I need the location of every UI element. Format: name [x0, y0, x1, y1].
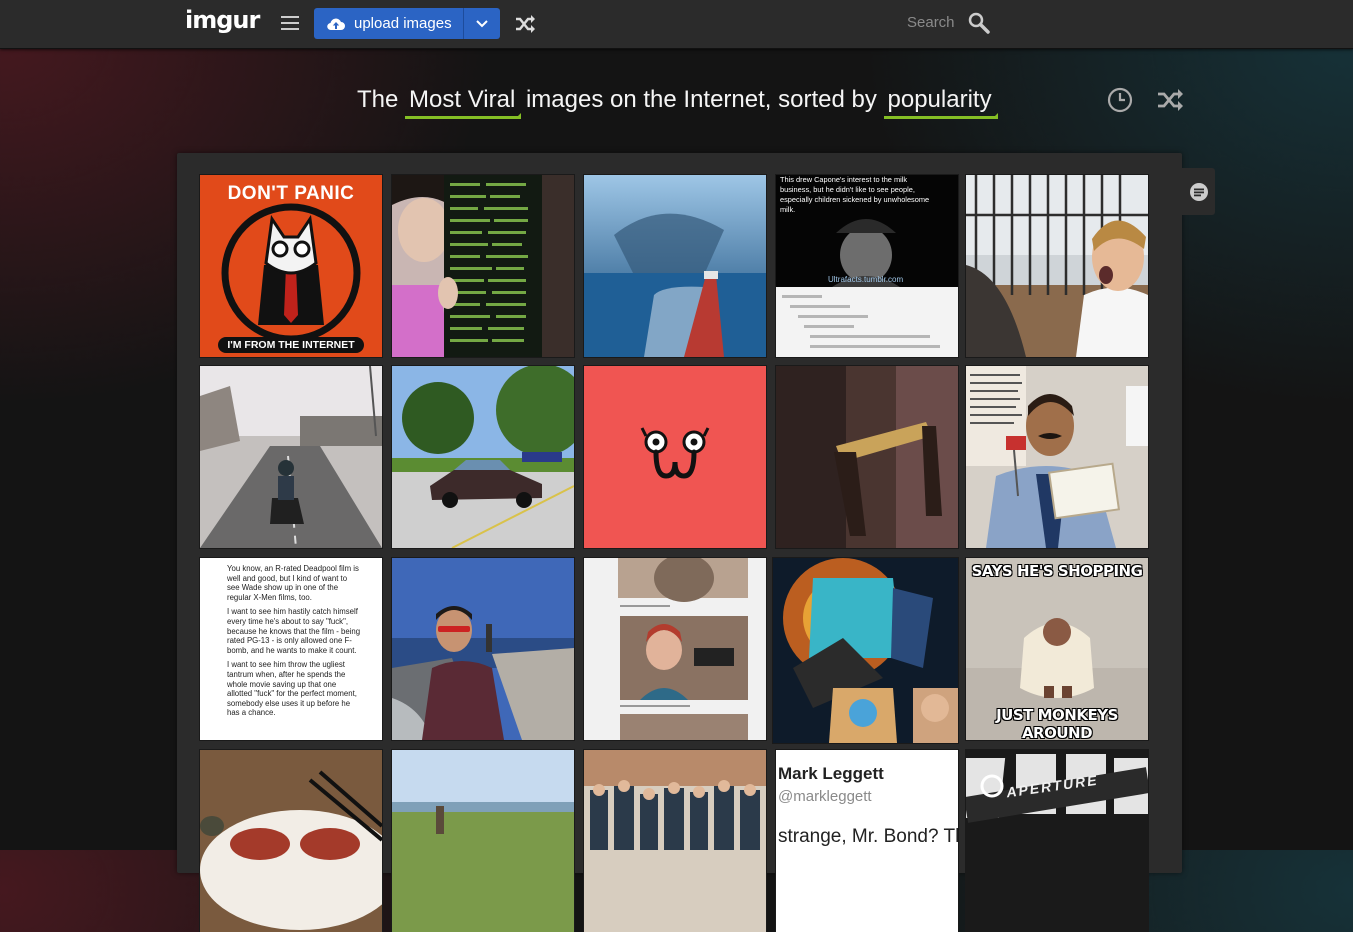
gallery-thumbnail[interactable]: [392, 558, 574, 740]
post-text-line: rated PG-13 - is only allowed one F-: [227, 636, 352, 646]
gallery-thumbnail[interactable]: Mark Leggett @markleggett strange, Mr. B…: [776, 750, 958, 932]
post-text-line: well and good, but I kind of want to: [227, 573, 348, 583]
post-text-line: somebody else uses it up before he: [227, 698, 351, 708]
upload-options-dropdown[interactable]: [464, 8, 500, 39]
meme-caption-bottom: I'M FROM THE INTERNET: [227, 339, 355, 351]
post-text-line: especially children sickened by unwholes…: [780, 195, 930, 204]
post-text-line: You know, an R-rated Deadpool film is: [227, 564, 359, 573]
upload-images-label: upload images: [354, 15, 452, 32]
post-text-line: tantrum when, after he spends the: [227, 669, 346, 679]
post-text-line: I want to see him hastily catch himself: [227, 607, 358, 617]
headline-middle: images on the Internet, sorted by: [525, 86, 877, 113]
search-input[interactable]: Search: [907, 14, 955, 31]
gallery-thumbnail[interactable]: This drew Capone's interest to the milk …: [776, 175, 958, 357]
section-selector[interactable]: Most Viral: [405, 86, 522, 119]
gallery-thumbnail[interactable]: You know, an R-rated Deadpool film is we…: [200, 558, 382, 740]
meme-caption-bottom: JUST MONKEYS AROUND: [996, 706, 1118, 740]
gallery-thumbnail[interactable]: [584, 558, 766, 740]
gallery-thumbnail[interactable]: SAYS HE'S SHOPPING JUST MONKEYS AROUND: [966, 558, 1148, 740]
post-text-line: every time he's about to say "fuck",: [227, 616, 349, 626]
meme-caption-top: SAYS HE'S SHOPPING: [971, 562, 1143, 580]
shuffle-icon[interactable]: [1156, 88, 1184, 112]
gallery-thumbnail[interactable]: [392, 175, 574, 357]
gallery-thumbnail[interactable]: [584, 175, 766, 357]
gallery-headline: The Most Viral images on the Internet, s…: [357, 86, 998, 119]
post-text-line: milk.: [780, 205, 796, 214]
meme-caption-top: DON'T PANIC: [227, 183, 355, 204]
gallery-thumbnail[interactable]: [200, 750, 382, 932]
comments-toggle[interactable]: [1182, 168, 1215, 215]
post-text-line: I want to see him throw the ugliest: [227, 660, 345, 670]
post-text-line: because he knows that the film - being: [227, 626, 361, 636]
post-text-line: regular X-Men films, too.: [227, 592, 312, 602]
post-text-line: bomb, and he wants to make it count.: [227, 645, 357, 655]
post-text: This drew Capone's interest to the milk …: [780, 175, 956, 215]
tweet-author-handle: @markleggett: [778, 788, 872, 805]
menu-icon[interactable]: [281, 16, 299, 30]
post-text-line: whole movie saving up that one: [227, 679, 337, 689]
post-text-line: see Wade show up in one of the: [227, 583, 339, 593]
gallery-thumbnail[interactable]: [773, 558, 958, 743]
gallery-thumbnail[interactable]: [392, 750, 574, 932]
post-text-line: allotted "fuck" for the perfect moment,: [227, 689, 357, 699]
top-bar: imgur upload images Search: [0, 0, 1353, 49]
cloud-upload-icon: [327, 18, 345, 30]
gallery-thumbnail[interactable]: [966, 175, 1148, 357]
gallery-thumbnail[interactable]: DON'T PANIC I'M FROM THE INTERNET: [200, 175, 382, 357]
shuffle-icon[interactable]: [514, 14, 536, 34]
imgur-logo[interactable]: imgur: [185, 6, 260, 34]
tweet-author-name: Mark Leggett: [778, 764, 884, 783]
comment-icon: [1189, 182, 1208, 201]
upload-images-main[interactable]: upload images: [314, 8, 465, 39]
sort-selector[interactable]: popularity: [883, 86, 998, 119]
post-text-line: has a chance.: [227, 708, 276, 718]
search-icon[interactable]: [967, 11, 991, 35]
post-text: You know, an R-rated Deadpool film is we…: [227, 564, 379, 718]
upload-images-button[interactable]: upload images: [314, 8, 500, 39]
gallery-thumbnail[interactable]: APERTURE: [966, 750, 1148, 932]
gallery-thumbnail[interactable]: [392, 366, 574, 548]
gallery-thumbnail[interactable]: [776, 366, 958, 548]
clock-icon[interactable]: [1107, 87, 1133, 113]
post-credit: Ultrafacts.tumblr.com: [828, 275, 904, 284]
post-text-line: This drew Capone's interest to the milk: [780, 175, 908, 184]
tweet-text: strange, Mr. Bond? Th: [778, 826, 958, 847]
headline-prefix: The: [357, 86, 399, 113]
chevron-down-icon: [476, 19, 488, 27]
post-text-line: business, but he didn't like to see peop…: [780, 185, 915, 194]
gallery-thumbnail[interactable]: [584, 366, 766, 548]
gallery-thumbnail[interactable]: [200, 366, 382, 548]
gallery-thumbnail[interactable]: [584, 750, 766, 932]
gallery-thumbnail[interactable]: [966, 366, 1148, 548]
